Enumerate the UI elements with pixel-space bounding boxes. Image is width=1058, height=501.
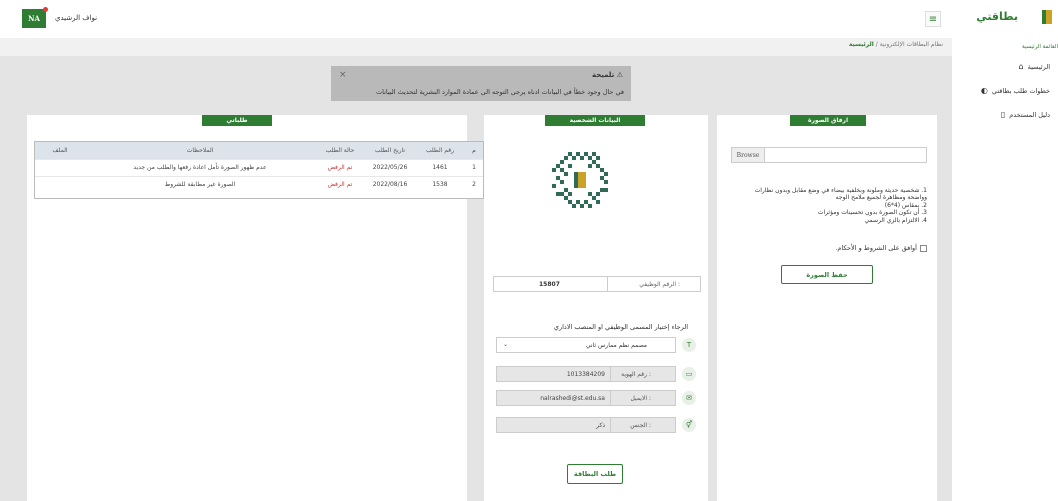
gender-label: الجنس : [630, 422, 651, 429]
upload-title: ارفاق الصورة [790, 115, 866, 126]
file-input[interactable]: Browse [731, 147, 927, 163]
home-icon: ⌂ [1018, 62, 1024, 71]
request-status: تم الرفض [315, 158, 365, 176]
request-note: الصورة غير مطابقة للشروط [85, 175, 315, 193]
request-file [35, 158, 85, 176]
id-number-value: 1013384209 [566, 371, 605, 378]
qr-code [548, 148, 612, 212]
sidebar-item-home[interactable]: الرئيسية ⌂ [1019, 62, 1050, 71]
photo-rules: 1. شخصية حديثة وملونة وبخلفية بيضاء في و… [737, 187, 927, 224]
request-status: تم الرفض [315, 175, 365, 193]
id-card-icon: ▭ [682, 367, 696, 381]
job-title-prompt: الرجاء إختيار المسمى الوظيفي او المنصب ا… [553, 323, 688, 331]
brand-title[interactable]: بطاقتي [976, 10, 1018, 23]
divider [610, 391, 611, 405]
requests-table: م رقم الطلب تاريخ الطلب حالة الطلب الملا… [34, 141, 484, 199]
university-logo [1042, 10, 1052, 24]
email-value: nalrashedi@st.edu.sa [540, 395, 605, 402]
column-header: حالة الطلب [315, 142, 365, 159]
job-title-selected: مصمم نظم ممارس ثاني [585, 342, 647, 349]
hamburger-icon[interactable]: ≡ [925, 11, 941, 27]
row-index: 1 [465, 158, 483, 176]
sidebar-item-label: الرئيسية [1027, 62, 1050, 71]
request-number: 1461 [415, 158, 465, 176]
request-card-button[interactable]: طلب البطاقة [567, 464, 623, 484]
alert-title: ⚠ تلميحة [592, 71, 623, 79]
notification-dot [43, 7, 48, 12]
email-field: الايميل : nalrashedi@st.edu.sa [496, 390, 676, 406]
id-number-field: رقم الهوية : 1013384209 [496, 366, 676, 382]
rule-item: 4. الالتزام بالزي الرسمي [864, 216, 927, 224]
book-icon: ▯ [1000, 110, 1006, 119]
requests-title: طلباتي [202, 115, 272, 126]
divider [607, 277, 608, 291]
table-row: 1 1461 2022/05/26 تم الرفض عدم ظهور الصو… [35, 158, 483, 176]
breadcrumb-current[interactable]: الرئيسية [849, 41, 874, 48]
sidebar-item-label: خطوات طلب بطاقتي [991, 86, 1050, 95]
employee-number-row: الرقم الوظيفي : 15807 [493, 276, 701, 292]
agree-checkbox[interactable] [920, 244, 927, 252]
email-label: الايميل : [630, 395, 651, 402]
chevron-down-icon: ⌄ [503, 341, 509, 348]
column-header: الملف [35, 142, 85, 159]
gender-icon: ⚥ [682, 418, 696, 432]
avatar-initials: NA [28, 14, 40, 23]
divider [610, 367, 611, 381]
text-icon: T [682, 338, 696, 352]
sidebar-item-guide[interactable]: دليل المستخدم ▯ [1001, 110, 1050, 119]
rule-item: 3. أن تكون الصورة بدون تحسينات ومؤثرات [817, 209, 927, 217]
browse-button[interactable]: Browse [732, 148, 765, 162]
row-index: 2 [465, 175, 483, 193]
personal-title: البيانات الشخصية [545, 115, 645, 126]
divider [610, 418, 611, 432]
request-file [35, 175, 85, 193]
table-row: 2 1538 2022/08/16 تم الرفض الصورة غير مط… [35, 175, 483, 193]
job-title-select[interactable]: مصمم نظم ممارس ثاني ⌄ [496, 337, 676, 353]
column-header: م [465, 142, 483, 159]
requests-card: طلباتي م رقم الطلب تاريخ الطلب حالة الطل… [27, 115, 484, 501]
column-header: رقم الطلب [415, 142, 465, 159]
agree-terms[interactable]: أوافق على الشروط و الأحكام. [835, 244, 927, 252]
table-header-row: م رقم الطلب تاريخ الطلب حالة الطلب الملا… [35, 142, 483, 159]
personal-data-card: البيانات الشخصية الرقم الوظيفي: 15807 ا… [484, 115, 708, 501]
sidebar-section-title: القائمة الرئيسية [1021, 44, 1058, 50]
request-date: 2022/08/16 [365, 175, 415, 193]
sidebar-item-label: دليل المستخدم [1009, 110, 1050, 119]
column-header: الملاحظات [85, 142, 315, 159]
breadcrumb-separator: / [875, 41, 878, 48]
gender-field: الجنس : ذكر [496, 417, 676, 433]
envelope-icon: ✉ [682, 391, 696, 405]
alert-title-text: تلميحة [591, 71, 615, 79]
avatar[interactable]: NA [22, 7, 48, 28]
agree-label: أوافق على الشروط و الأحكام. [835, 244, 917, 252]
id-number-label: رقم الهوية : [621, 371, 651, 378]
upload-photo-card: ارفاق الصورة Browse 1. شخصية حديثة وملون… [717, 115, 937, 501]
rule-item: 1. شخصية حديثة وملونة وبخلفية بيضاء في و… [754, 187, 927, 202]
warning-icon: ⚠ [616, 71, 623, 79]
employee-number-label: الرقم الوظيفي : [639, 281, 680, 288]
request-date: 2022/05/26 [365, 158, 415, 176]
breadcrumb: نظام البطاقات الإلكترونية / الرئيسية [849, 41, 943, 48]
employee-number-value: 15807 [539, 281, 560, 288]
sidebar: بطاقتي القائمة الرئيسية الرئيسية ⌂ خطوات… [952, 0, 1058, 501]
username[interactable]: نواف الرشيدي [55, 14, 97, 22]
column-header: تاريخ الطلب [365, 142, 415, 159]
steps-icon: ◐ [980, 86, 988, 95]
request-note: عدم ظهور الصورة تأمل اعادة رفعها والطلب … [85, 158, 315, 176]
close-icon[interactable]: × [339, 70, 347, 80]
request-number: 1538 [415, 175, 465, 193]
alert-message: في حال وجود خطأ في البيانات ادناه يرجى ا… [376, 88, 624, 96]
top-bar: NA نواف الرشيدي ≡ [0, 0, 958, 38]
gender-value: ذكر [596, 422, 605, 429]
save-photo-button[interactable]: حفظ الصورة [781, 265, 873, 284]
sidebar-item-steps[interactable]: خطوات طلب بطاقتي ◐ [981, 86, 1050, 95]
alert-box: × ⚠ تلميحة في حال وجود خطأ في البيانات ا… [331, 66, 631, 101]
breadcrumb-root[interactable]: نظام البطاقات الإلكترونية [880, 41, 943, 48]
